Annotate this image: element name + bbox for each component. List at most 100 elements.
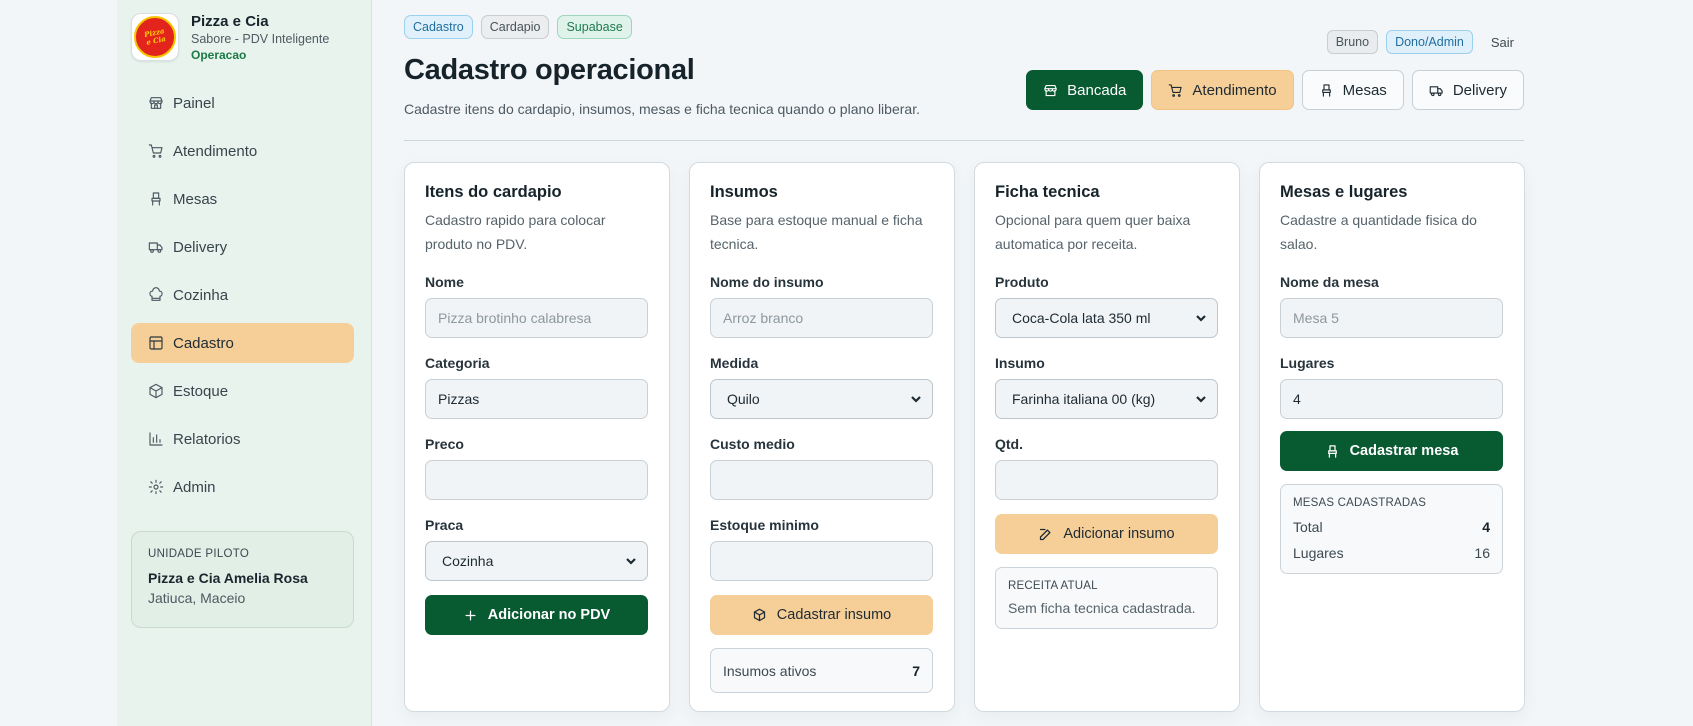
- user-area: Bruno Dono/Admin Sair: [1326, 30, 1524, 54]
- sidebar-item-cozinha[interactable]: Cozinha: [131, 275, 354, 315]
- supplies-card: Insumos Base para estoque manual e ficha…: [689, 162, 955, 712]
- stat-text: Sem ficha tecnica cadastrada.: [1008, 600, 1196, 616]
- total-tables-row: Total 4: [1293, 519, 1490, 535]
- item-name-input[interactable]: Pizza brotinho calabresa: [425, 298, 648, 338]
- sidebar: Pizza e Cia Pizza e Cia Sabore - PDV Inte…: [117, 0, 372, 726]
- sidebar-item-atendimento[interactable]: Atendimento: [131, 131, 354, 171]
- select-value: Coca-Cola lata 350 ml: [1012, 310, 1151, 326]
- price-input[interactable]: [425, 460, 648, 500]
- card-description: Base para estoque manual e ficha tecnica…: [710, 212, 923, 252]
- seats-input[interactable]: 4: [1280, 379, 1503, 419]
- sidebar-item-delivery[interactable]: Delivery: [131, 227, 354, 267]
- button-label: Cadastrar insumo: [776, 607, 892, 623]
- bancada-button[interactable]: Bancada: [1026, 70, 1144, 110]
- truck-icon: [1429, 85, 1443, 96]
- stat-value: 16: [1474, 545, 1490, 561]
- tables-card: Mesas e lugares Cadastre a quantidade fi…: [1259, 162, 1525, 712]
- card-description: Opcional para quem quer baixa automatica…: [995, 212, 1191, 252]
- sidebar-item-painel[interactable]: Painel: [131, 83, 354, 123]
- bar-chart-icon: [149, 432, 163, 446]
- unit-select[interactable]: Quilo: [710, 379, 933, 419]
- store-icon: [1044, 84, 1057, 96]
- package-plus-icon: [753, 608, 765, 621]
- brand-name: Pizza e Cia: [191, 13, 269, 30]
- register-table-button[interactable]: Cadastrar mesa: [1280, 431, 1503, 471]
- field-label: Medida: [710, 355, 759, 371]
- chair-icon: [151, 192, 161, 206]
- stat-label: Total: [1293, 519, 1323, 535]
- select-value: Farinha italiana 00 (kg): [1012, 391, 1156, 407]
- product-select[interactable]: Coca-Cola lata 350 ml: [995, 298, 1218, 338]
- sidebar-item-relatorios[interactable]: Relatorios: [131, 419, 354, 459]
- button-label: Cadastrar mesa: [1349, 443, 1459, 459]
- sidebar-item-admin[interactable]: Admin: [131, 467, 354, 507]
- unit-label: UNIDADE PILOTO: [148, 548, 250, 560]
- table-name-input[interactable]: Mesa 5: [1280, 298, 1503, 338]
- select-value: Quilo: [727, 391, 760, 407]
- cart-icon: [1169, 83, 1183, 97]
- stat-label: Insumos ativos: [723, 662, 817, 679]
- bancada-label: Bancada: [1067, 81, 1127, 99]
- total-seats-row: Lugares 16: [1293, 545, 1490, 561]
- sidebar-item-label: Relatorios: [173, 430, 241, 448]
- field-label: Estoque minimo: [710, 517, 819, 533]
- brand: Pizza e Cia Pizza e Cia Sabore - PDV Inte…: [131, 13, 329, 63]
- card-title: Ficha tecnica: [995, 183, 1100, 201]
- stat-value: 4: [1482, 519, 1490, 535]
- active-supplies-stat: Insumos ativos 7: [710, 648, 933, 693]
- card-title: Insumos: [710, 183, 778, 201]
- chevron-down-icon: [626, 558, 636, 565]
- station-select[interactable]: Cozinha: [425, 541, 648, 581]
- sidebar-item-label: Atendimento: [173, 142, 258, 160]
- field-label: Produto: [995, 274, 1049, 290]
- sidebar-item-label: Mesas: [173, 190, 218, 208]
- add-to-pdv-button[interactable]: Adicionar no PDV: [425, 595, 648, 635]
- user-badge: Bruno: [1326, 30, 1379, 54]
- chef-hat-icon: [149, 287, 163, 301]
- field-label: Categoria: [425, 355, 490, 371]
- mesas-label: Mesas: [1342, 81, 1387, 99]
- unit-name: Pizza e Cia Amelia Rosa: [148, 570, 308, 586]
- stat-value: 7: [912, 662, 920, 679]
- button-label: Adicionar no PDV: [487, 607, 611, 623]
- sidebar-item-label: Admin: [173, 478, 216, 496]
- sidebar-item-label: Delivery: [173, 238, 228, 256]
- button-label: Adicionar insumo: [1063, 526, 1175, 542]
- sidebar-item-cadastro[interactable]: Cadastro: [131, 323, 354, 363]
- delivery-button[interactable]: Delivery: [1411, 70, 1524, 110]
- min-stock-input[interactable]: [710, 541, 933, 581]
- page-subtitle: Cadastre itens do cardapio, insumos, mes…: [404, 101, 920, 117]
- field-label: Nome do insumo: [710, 274, 824, 290]
- field-label: Nome da mesa: [1280, 274, 1379, 290]
- quantity-input[interactable]: [995, 460, 1218, 500]
- add-supply-button[interactable]: Adicionar insumo: [995, 514, 1218, 554]
- sidebar-item-label: Estoque: [173, 382, 229, 400]
- sidebar-item-label: Cadastro: [173, 334, 234, 352]
- box-icon: [149, 383, 163, 399]
- sidebar-item-estoque[interactable]: Estoque: [131, 371, 354, 411]
- cart-icon: [148, 144, 163, 158]
- tables-summary-box: MESAS CADASTRADAS Total 4 Lugares 16: [1280, 484, 1503, 574]
- supply-select[interactable]: Farinha italiana 00 (kg): [995, 379, 1218, 419]
- gear-icon: [148, 479, 164, 495]
- atendimento-button[interactable]: Atendimento: [1151, 70, 1294, 110]
- sidebar-nav: Painel Atendimento Mesas Delivery Cozinh…: [131, 83, 354, 515]
- mesas-button[interactable]: Mesas: [1301, 70, 1404, 110]
- chip-cadastro: Cadastro: [404, 15, 473, 39]
- category-input[interactable]: Pizzas: [425, 379, 648, 419]
- chevron-down-icon: [1196, 315, 1206, 322]
- chip-cardapio: Cardapio: [480, 15, 550, 39]
- stat-label: RECEITA ATUAL: [1008, 580, 1098, 592]
- avg-cost-input[interactable]: [710, 460, 933, 500]
- card-title: Itens do cardapio: [425, 183, 562, 201]
- card-title: Mesas e lugares: [1280, 183, 1408, 201]
- sidebar-item-mesas[interactable]: Mesas: [131, 179, 354, 219]
- brand-subtitle: Sabore - PDV Inteligente: [191, 32, 330, 46]
- logout-button[interactable]: Sair: [1481, 35, 1524, 50]
- atendimento-label: Atendimento: [1192, 81, 1277, 99]
- breadcrumb-chips: Cadastro Cardapio Supabase: [404, 15, 632, 39]
- supply-name-input[interactable]: Arroz branco: [710, 298, 933, 338]
- register-supply-button[interactable]: Cadastrar insumo: [710, 595, 933, 635]
- stat-label: Lugares: [1293, 545, 1344, 561]
- sidebar-item-label: Painel: [173, 94, 215, 112]
